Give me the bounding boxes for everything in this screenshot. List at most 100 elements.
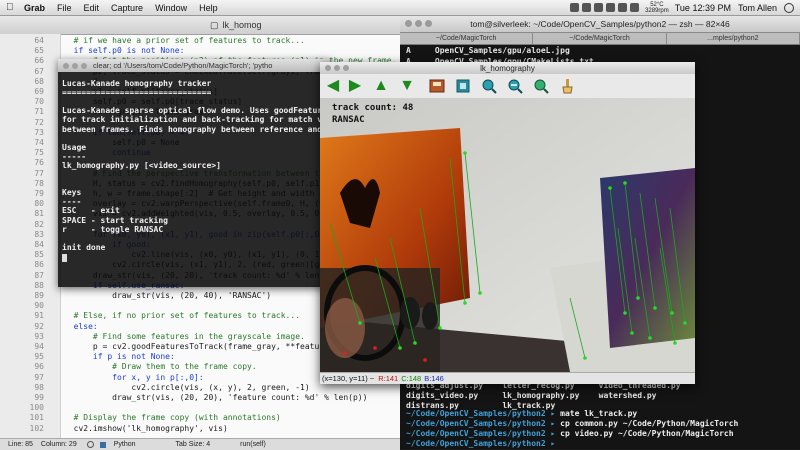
menu-window[interactable]: Window [149, 3, 193, 13]
line-number: 101 [29, 413, 44, 423]
camera-frame-canvas[interactable]: track count: 48 RANSAC [320, 98, 695, 372]
zoom-icon[interactable] [343, 65, 349, 71]
code-line: draw_str(vis, (20, 20), 'feature count: … [64, 393, 368, 402]
close-icon[interactable] [405, 20, 412, 27]
status-tray [570, 3, 640, 12]
line-number: 68 [34, 76, 44, 86]
code-line: draw_str(vis, (20, 40), 'RANSAC') [64, 291, 272, 300]
arrow-right-icon[interactable]: ▶ [346, 77, 364, 95]
menu-file[interactable]: File [51, 3, 78, 13]
code-line: # if we have a prior set of features to … [64, 36, 305, 45]
line-number: 92 [34, 321, 44, 331]
python-terminal-title: clear; cd '/Users/tom/Code/Python/MagicT… [93, 61, 273, 70]
terminal-prompt-line: ~/Code/OpenCV_Samples/python2 ▸ cp video… [406, 429, 734, 438]
terminal-output-line: A OpenCV_Samples/gpu/aloeL.jpg [406, 46, 570, 55]
python-terminal-line: SPACE - start tracking [62, 215, 168, 225]
status-tab-size[interactable]: Tab Size: 4 [176, 441, 211, 448]
terminal-tabs: ~/Code/MagicTorch ~/Code/MagicTorch ...m… [400, 33, 800, 45]
language-icon [99, 441, 106, 448]
close-icon[interactable] [325, 65, 331, 71]
prompt-path: ~/Code/OpenCV_Samples/python2 [406, 409, 546, 418]
terminal-tab[interactable]: ~/Code/MagicTorch [400, 33, 534, 44]
zoom-icon[interactable] [425, 20, 432, 27]
minimize-icon[interactable] [72, 62, 78, 69]
terminal-listing-line: digits_video.py lk_homography.py watersh… [406, 391, 657, 400]
line-number: 93 [34, 331, 44, 341]
window-controls [63, 62, 87, 69]
terminal-tab[interactable]: ~/Code/MagicTorch [533, 33, 667, 44]
pixel-green: C:148 [401, 374, 422, 383]
menu-clock[interactable]: Tue 12:39 PM [675, 3, 731, 13]
terminal-prompt-line: ~/Code/OpenCV_Samples/python2 ▸ cp commo… [406, 419, 738, 428]
temperature-readout[interactable]: 52°C 3289rpm [645, 2, 669, 14]
editor-titlebar: ▢ lk_homog [0, 16, 400, 35]
zoom-out-icon[interactable] [506, 77, 524, 95]
apple-menu-icon[interactable]:  [6, 2, 18, 13]
lk-homography-window: lk_homography ◀ ▶ ▲ ▼ track count: 48 RA… [320, 62, 695, 384]
menu-edit[interactable]: Edit [78, 3, 106, 13]
tray-app-icon[interactable] [570, 3, 580, 12]
prompt-command: mate lk_track.py [560, 409, 638, 418]
pixel-blue: B:146 [424, 374, 444, 383]
line-number: 65 [34, 46, 44, 56]
tray-wifi-icon[interactable] [606, 3, 616, 12]
status-line: Line: 85 [8, 441, 33, 448]
fan-speed: 3289rpm [645, 7, 669, 14]
code-line: # Display the frame copy (with annotatio… [64, 413, 281, 423]
tray-battery-icon[interactable] [630, 3, 640, 12]
menu-help[interactable]: Help [193, 3, 224, 13]
close-icon[interactable] [63, 62, 69, 69]
prompt-command: cp video.py ~/Code/Python/MagicTorch [560, 429, 734, 438]
tray-sync-icon[interactable] [582, 3, 592, 12]
menu-app-grab[interactable]: Grab [18, 3, 51, 13]
zoom-fit-icon[interactable] [454, 77, 472, 95]
line-number: 87 [34, 270, 44, 280]
line-number: 73 [34, 127, 44, 137]
ransac-label: RANSAC [332, 115, 365, 125]
menu-user[interactable]: Tom Allen [738, 3, 777, 13]
prompt-path: ~/Code/OpenCV_Samples/python2 [406, 439, 546, 448]
pixel-red: R:141 [378, 374, 399, 383]
status-language[interactable]: Python [114, 441, 136, 448]
spotlight-search-icon[interactable] [784, 2, 794, 13]
gear-icon[interactable] [86, 441, 94, 448]
python-terminal-line: =============================== [62, 88, 212, 98]
python-terminal-line: ----- [62, 151, 87, 161]
python-terminal-titlebar: clear; cd '/Users/tom/Code/Python/MagicT… [58, 59, 330, 72]
python-terminal-line: Lucas-Kanade homography tracker [62, 79, 212, 88]
python-terminal-line: init done [62, 242, 106, 252]
editor-tab[interactable]: lk_homog [223, 20, 262, 30]
line-number: 85 [34, 250, 44, 260]
brush-icon[interactable] [558, 77, 576, 95]
line-number: 67 [34, 66, 44, 76]
arrow-down-icon[interactable]: ▼ [398, 77, 416, 95]
line-number: 80 [34, 199, 44, 209]
line-number: 83 [34, 229, 44, 239]
line-number: 84 [34, 240, 44, 249]
zoom-in-icon[interactable] [480, 77, 498, 95]
prompt-path: ~/Code/OpenCV_Samples/python2 [406, 429, 546, 438]
code-line: cv2.imshow('lk_homography', vis) [64, 423, 228, 433]
python-terminal-line: for track initialization and back-tracki… [62, 115, 327, 125]
pixel-info-bar: (x=130, y=11) ~ R:141 C:148 B:146 [320, 372, 695, 384]
line-number: 100 [29, 403, 44, 413]
terminal-tab[interactable]: ...mples/python2 [667, 33, 800, 44]
status-symbol[interactable]: run(self) [240, 441, 266, 448]
zoom-icon[interactable] [81, 62, 87, 69]
minimize-icon[interactable] [334, 65, 340, 71]
save-icon[interactable] [428, 77, 446, 95]
arrow-up-icon[interactable]: ▲ [372, 77, 390, 95]
tray-bluetooth-icon[interactable] [594, 3, 604, 12]
terminal-titlebar: tom@silverleek: ~/Code/OpenCV_Samples/py… [400, 16, 800, 33]
line-number: 70 [34, 97, 44, 107]
python-terminal-line: lk_homography.py [<video_source>] [62, 160, 221, 170]
arrow-left-icon[interactable]: ◀ [324, 77, 342, 95]
tray-volume-icon[interactable] [618, 3, 628, 12]
zoom-original-icon[interactable] [532, 77, 550, 95]
minimize-icon[interactable] [415, 20, 422, 27]
prompt-separator: ▸ [545, 429, 561, 438]
lk-titlebar: lk_homography [320, 62, 695, 74]
menu-bar:  Grab File Edit Capture Window Help 52°… [0, 0, 800, 16]
line-number: 89 [34, 291, 44, 300]
menu-capture[interactable]: Capture [105, 3, 149, 13]
